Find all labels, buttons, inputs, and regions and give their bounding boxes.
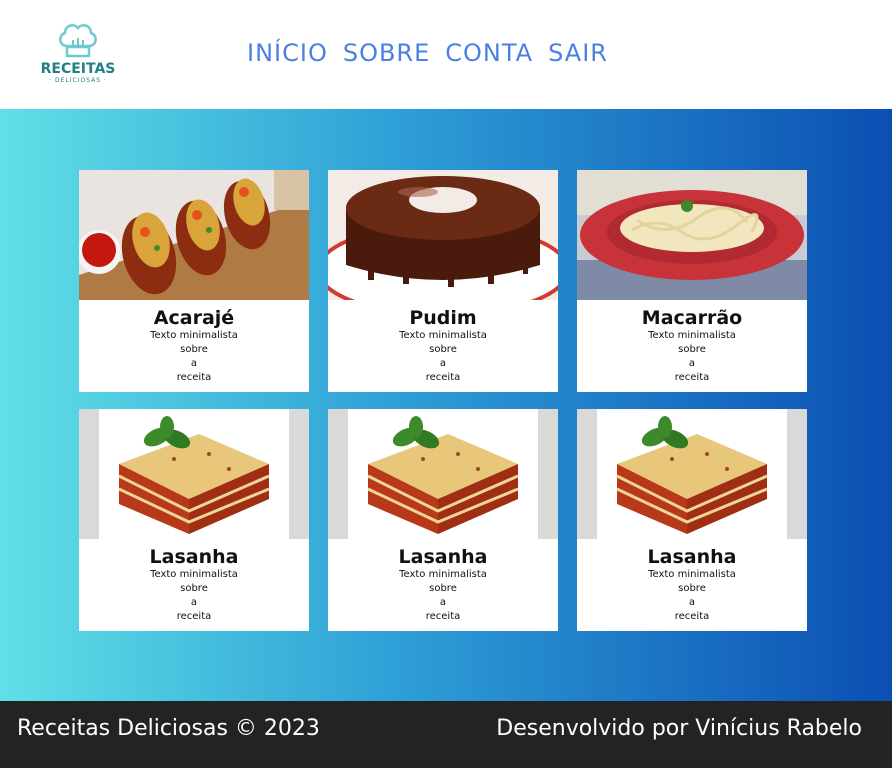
footer-credits: Desenvolvido por Vinícius Rabelo [496, 716, 862, 741]
recipe-title: Pudim [409, 307, 477, 329]
logo-subtitle: · DELICIOSAS · [49, 77, 107, 84]
recipe-description-line: a [439, 358, 447, 369]
card-body: Macarrão Texto minimalista sobre a recei… [577, 300, 807, 385]
recipe-description-line: Texto minimalista [150, 569, 238, 580]
lasanha-photo [79, 409, 309, 539]
recipe-description-line: sobre [678, 344, 706, 355]
recipe-description-line: sobre [429, 344, 457, 355]
recipe-description-line: Texto minimalista [399, 569, 487, 580]
nav-link-sair[interactable]: SAIR [548, 36, 608, 70]
recipe-description-line: Texto minimalista [399, 330, 487, 341]
recipe-title: Acarajé [153, 307, 235, 329]
recipe-card-lasanha[interactable]: Lasanha Texto minimalista sobre a receit… [328, 409, 558, 631]
recipe-description-line: Texto minimalista [150, 330, 238, 341]
card-body: Lasanha Texto minimalista sobre a receit… [79, 539, 309, 624]
acaraje-photo [79, 170, 309, 300]
recipe-description-line: a [190, 358, 198, 369]
recipe-description-line: sobre [180, 583, 208, 594]
recipe-card-macarrao[interactable]: Macarrão Texto minimalista sobre a recei… [577, 170, 807, 392]
site-footer: Receitas Deliciosas © 2023 Desenvolvido … [0, 701, 892, 768]
recipe-description-line: a [190, 597, 198, 608]
recipe-grid: Acarajé Texto minimalista sobre a receit… [79, 170, 809, 631]
footer-copyright: Receitas Deliciosas © 2023 [17, 716, 320, 741]
recipe-card-lasanha[interactable]: Lasanha Texto minimalista sobre a receit… [79, 409, 309, 631]
recipe-card-pudim[interactable]: Pudim Texto minimalista sobre a receita [328, 170, 558, 392]
main-nav: INÍCIO SOBRE CONTA SAIR [247, 36, 608, 70]
nav-link-inicio[interactable]: INÍCIO [247, 36, 328, 70]
recipe-description-line: receita [425, 611, 461, 622]
recipe-description-line: sobre [429, 583, 457, 594]
lasanha-photo [328, 409, 558, 539]
recipe-description-line: receita [176, 372, 212, 383]
recipes-section: Acarajé Texto minimalista sobre a receit… [0, 109, 892, 701]
macarrao-photo [577, 170, 807, 300]
recipe-description-line: a [688, 597, 696, 608]
card-body: Lasanha Texto minimalista sobre a receit… [328, 539, 558, 624]
card-body: Lasanha Texto minimalista sobre a receit… [577, 539, 807, 624]
recipe-description-line: receita [674, 611, 710, 622]
recipe-description-line: a [439, 597, 447, 608]
recipe-description-line: sobre [678, 583, 706, 594]
recipe-title: Lasanha [398, 546, 488, 568]
site-logo[interactable]: RECEITAS · DELICIOSAS · [38, 18, 118, 92]
recipe-description-line: Texto minimalista [648, 569, 736, 580]
card-body: Pudim Texto minimalista sobre a receita [328, 300, 558, 385]
lasanha-photo [577, 409, 807, 539]
recipe-description-line: Texto minimalista [648, 330, 736, 341]
recipe-title: Lasanha [647, 546, 737, 568]
recipe-title: Lasanha [149, 546, 239, 568]
chef-hat-icon [59, 24, 97, 58]
nav-link-sobre[interactable]: SOBRE [343, 36, 430, 70]
card-body: Acarajé Texto minimalista sobre a receit… [79, 300, 309, 385]
recipe-card-lasanha[interactable]: Lasanha Texto minimalista sobre a receit… [577, 409, 807, 631]
recipe-card-acaraje[interactable]: Acarajé Texto minimalista sobre a receit… [79, 170, 309, 392]
recipe-description-line: a [688, 358, 696, 369]
pudim-photo [328, 170, 558, 300]
recipe-title: Macarrão [641, 307, 743, 329]
recipe-description-line: receita [425, 372, 461, 383]
site-header: RECEITAS · DELICIOSAS · INÍCIO SOBRE CON… [0, 0, 892, 109]
nav-link-conta[interactable]: CONTA [445, 36, 533, 70]
recipe-description-line: sobre [180, 344, 208, 355]
recipe-description-line: receita [674, 372, 710, 383]
logo-title: RECEITAS [40, 61, 116, 77]
recipe-description-line: receita [176, 611, 212, 622]
